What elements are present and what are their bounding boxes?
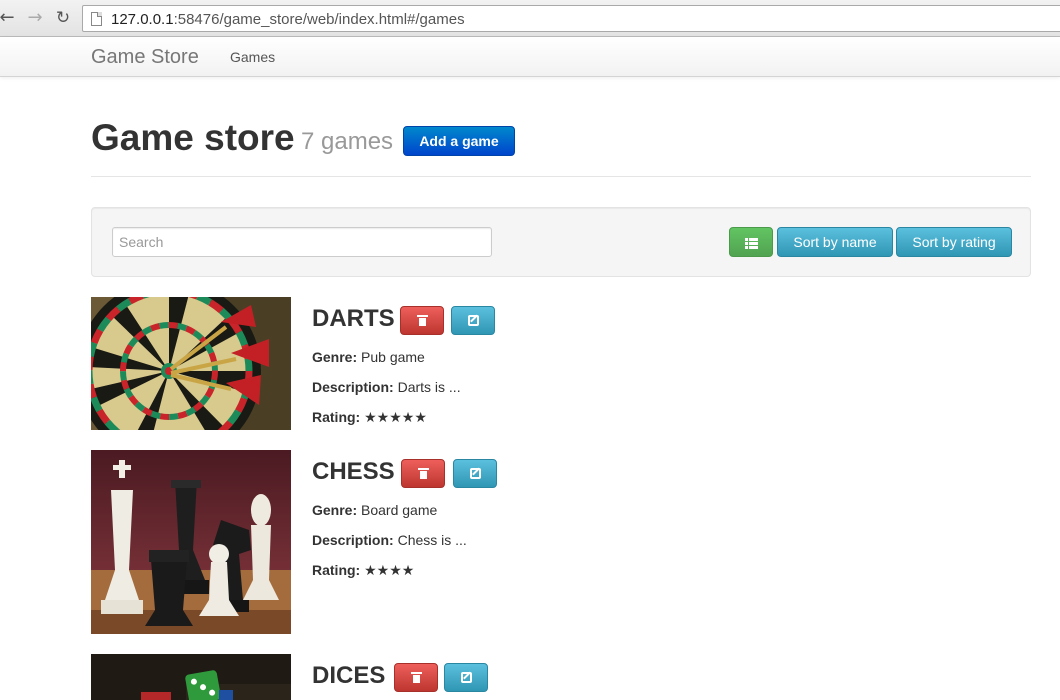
list-icon	[744, 237, 758, 249]
edit-icon	[468, 315, 479, 326]
rating-field: Rating: ★★★★	[312, 562, 415, 579]
genre-field: Genre: Pub game	[312, 349, 425, 365]
delete-button[interactable]	[400, 306, 444, 335]
header-divider	[91, 176, 1031, 177]
dartboard-image	[91, 297, 291, 430]
add-game-button[interactable]: Add a game	[403, 126, 515, 156]
search-input[interactable]	[112, 227, 492, 257]
edit-button[interactable]	[453, 459, 497, 488]
game-item: CHESS Genre: Board game Description: Che…	[91, 450, 1031, 634]
edit-icon	[461, 672, 472, 683]
star-rating: ★★★★	[364, 563, 415, 579]
page-title: Game store	[91, 117, 295, 158]
url-text[interactable]: 127.0.0.1:58476/game_store/web/index.htm…	[111, 11, 465, 28]
edit-button[interactable]	[444, 663, 488, 692]
address-bar[interactable]: 127.0.0.1:58476/game_store/web/index.htm…	[82, 5, 1060, 32]
game-title: CHESS	[312, 458, 395, 485]
game-count: 7 games	[301, 128, 394, 155]
chess-image	[91, 450, 291, 634]
browser-toolbar: ← → ↻ 127.0.0.1:58476/game_store/web/ind…	[0, 0, 1060, 37]
edit-button[interactable]	[451, 306, 495, 335]
description-field: Description: Chess is ...	[312, 532, 467, 548]
brand-link[interactable]: Game Store	[91, 46, 199, 69]
game-title: DICES	[312, 662, 386, 689]
game-item: DARTS Genre: Pub game Description: Darts…	[91, 297, 1031, 430]
trash-icon	[411, 672, 422, 683]
nav-link-games[interactable]: Games	[230, 49, 275, 65]
delete-button[interactable]	[394, 663, 438, 692]
trash-icon	[418, 468, 429, 479]
dice-image	[91, 654, 291, 700]
genre-field: Genre: Board game	[312, 502, 438, 518]
rating-field: Rating: ★★★★★	[312, 409, 427, 426]
list-view-button[interactable]	[729, 227, 773, 257]
star-rating: ★★★★★	[364, 410, 427, 426]
trash-icon	[417, 315, 428, 326]
description-field: Description: Darts is ...	[312, 379, 461, 395]
reload-icon[interactable]: ↻	[53, 8, 73, 28]
toolbar-panel: Sort by name Sort by rating	[91, 207, 1031, 277]
game-title: DARTS	[312, 305, 395, 332]
game-item: DICES	[91, 654, 1031, 700]
sort-by-name-button[interactable]: Sort by name	[777, 227, 893, 257]
forward-arrow-icon[interactable]: →	[25, 8, 45, 28]
back-arrow-icon[interactable]: ←	[0, 8, 17, 28]
edit-icon	[470, 468, 481, 479]
sort-by-rating-button[interactable]: Sort by rating	[896, 227, 1012, 257]
delete-button[interactable]	[401, 459, 445, 488]
navbar: Game Store Games	[0, 37, 1060, 77]
page-icon	[91, 12, 102, 26]
